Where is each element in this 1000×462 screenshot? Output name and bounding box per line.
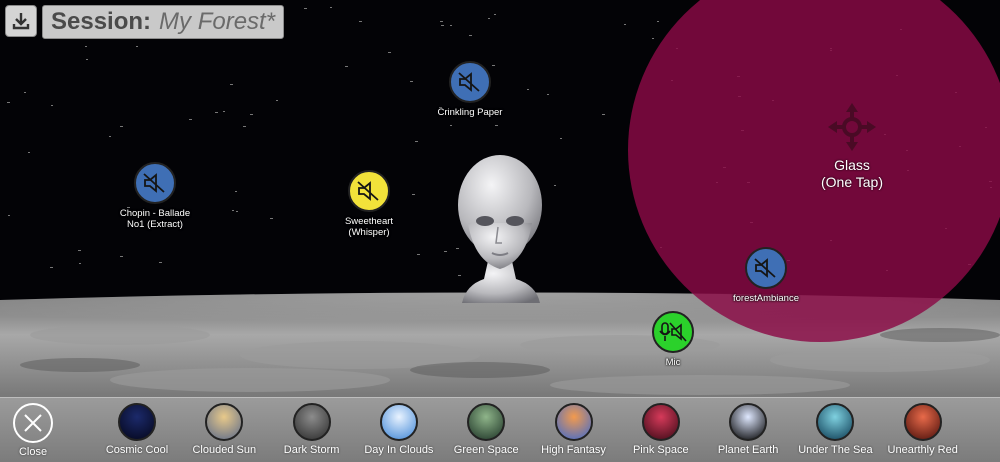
sound-source-sweetheart[interactable]: Sweetheart (Whisper)	[309, 170, 429, 238]
environment-thumbnail	[292, 403, 331, 441]
environment-thumbnail	[903, 403, 942, 441]
source-label: Chopin - Ballade No1 (Extract)	[119, 208, 191, 230]
environment-label: Dark Storm	[283, 444, 340, 456]
mic-muted-icon	[659, 322, 687, 342]
sound-source-mic[interactable]: Mic	[613, 311, 733, 368]
environment-green-space[interactable]: Green Space	[443, 403, 529, 456]
close-label: Close	[18, 446, 48, 458]
close-button[interactable]: Close	[0, 403, 76, 458]
spatial-audio-scene[interactable]: Session: My Forest* Glass (One Tap) Crin…	[0, 0, 1000, 462]
speaker-muted-icon	[357, 181, 379, 201]
environment-clouded-sun[interactable]: Clouded Sun	[181, 403, 267, 456]
environment-label: Cosmic Cool	[105, 444, 169, 456]
source-knob[interactable]	[134, 162, 176, 204]
environment-thumbnail	[467, 403, 506, 441]
environment-label: Clouded Sun	[192, 444, 257, 456]
environment-thumbnail	[118, 403, 156, 441]
glass-title: Glass	[834, 157, 870, 173]
source-knob[interactable]	[449, 61, 491, 103]
environment-label: Pink Space	[632, 444, 689, 456]
source-label: forestAmbiance	[732, 293, 799, 304]
environment-label: Unearthly Red	[887, 444, 958, 456]
environment-label: Planet Earth	[717, 444, 779, 456]
environment-planet-earth[interactable]: Planet Earth	[705, 403, 791, 456]
source-knob[interactable]	[652, 311, 694, 353]
environment-high-fantasy[interactable]: High Fantasy	[531, 403, 617, 456]
session-name: My Forest*	[159, 8, 276, 35]
sound-source-chopin-ballade[interactable]: Chopin - Ballade No1 (Extract)	[95, 162, 215, 230]
move-arrows-icon[interactable]	[826, 101, 878, 153]
glass-hint: (One Tap)	[821, 174, 883, 190]
source-knob[interactable]	[745, 247, 787, 289]
speaker-muted-icon	[754, 258, 776, 278]
environment-pink-space[interactable]: Pink Space	[618, 403, 704, 456]
environment-thumbnail	[554, 403, 593, 441]
session-label: Session:	[51, 8, 152, 35]
environment-thumbnail	[641, 403, 680, 441]
sound-source-crinkling-paper[interactable]: Crinkling Paper	[410, 61, 530, 118]
environment-label: High Fantasy	[541, 444, 606, 456]
environment-thumbnail	[816, 403, 855, 441]
environment-thumbnail	[205, 403, 244, 441]
source-label: Sweetheart (Whisper)	[344, 216, 394, 238]
sound-source-forest-ambiance[interactable]: forestAmbiance	[706, 247, 826, 304]
environment-thumbnail	[379, 403, 418, 441]
environment-label: Under The Sea	[798, 444, 873, 456]
download-button[interactable]	[5, 5, 37, 37]
environment-under-the-sea[interactable]: Under The Sea	[792, 403, 878, 456]
speaker-muted-icon	[143, 173, 165, 193]
speaker-muted-icon	[458, 72, 480, 92]
environment-dark-storm[interactable]: Dark Storm	[269, 403, 355, 456]
environment-label: Day In Clouds	[364, 444, 434, 456]
environment-label: Green Space	[453, 444, 519, 456]
close-icon	[13, 403, 53, 443]
glass-zone-label[interactable]: Glass (One Tap)	[790, 157, 914, 191]
source-label: Mic	[665, 357, 681, 368]
download-icon	[12, 13, 30, 30]
environment-toolbar: Close Cosmic Cool Clouded Sun Dark Storm Da…	[0, 397, 1000, 462]
session-title[interactable]: Session: My Forest*	[42, 5, 285, 39]
environment-thumbnail	[729, 403, 768, 441]
listener-head[interactable]	[454, 153, 546, 303]
environment-day-in-clouds[interactable]: Day In Clouds	[356, 403, 442, 456]
environment-cosmic-cool[interactable]: Cosmic Cool	[94, 403, 180, 456]
source-knob[interactable]	[348, 170, 390, 212]
environment-unearthly-red[interactable]: Unearthly Red	[880, 403, 966, 456]
source-label: Crinkling Paper	[437, 107, 503, 118]
